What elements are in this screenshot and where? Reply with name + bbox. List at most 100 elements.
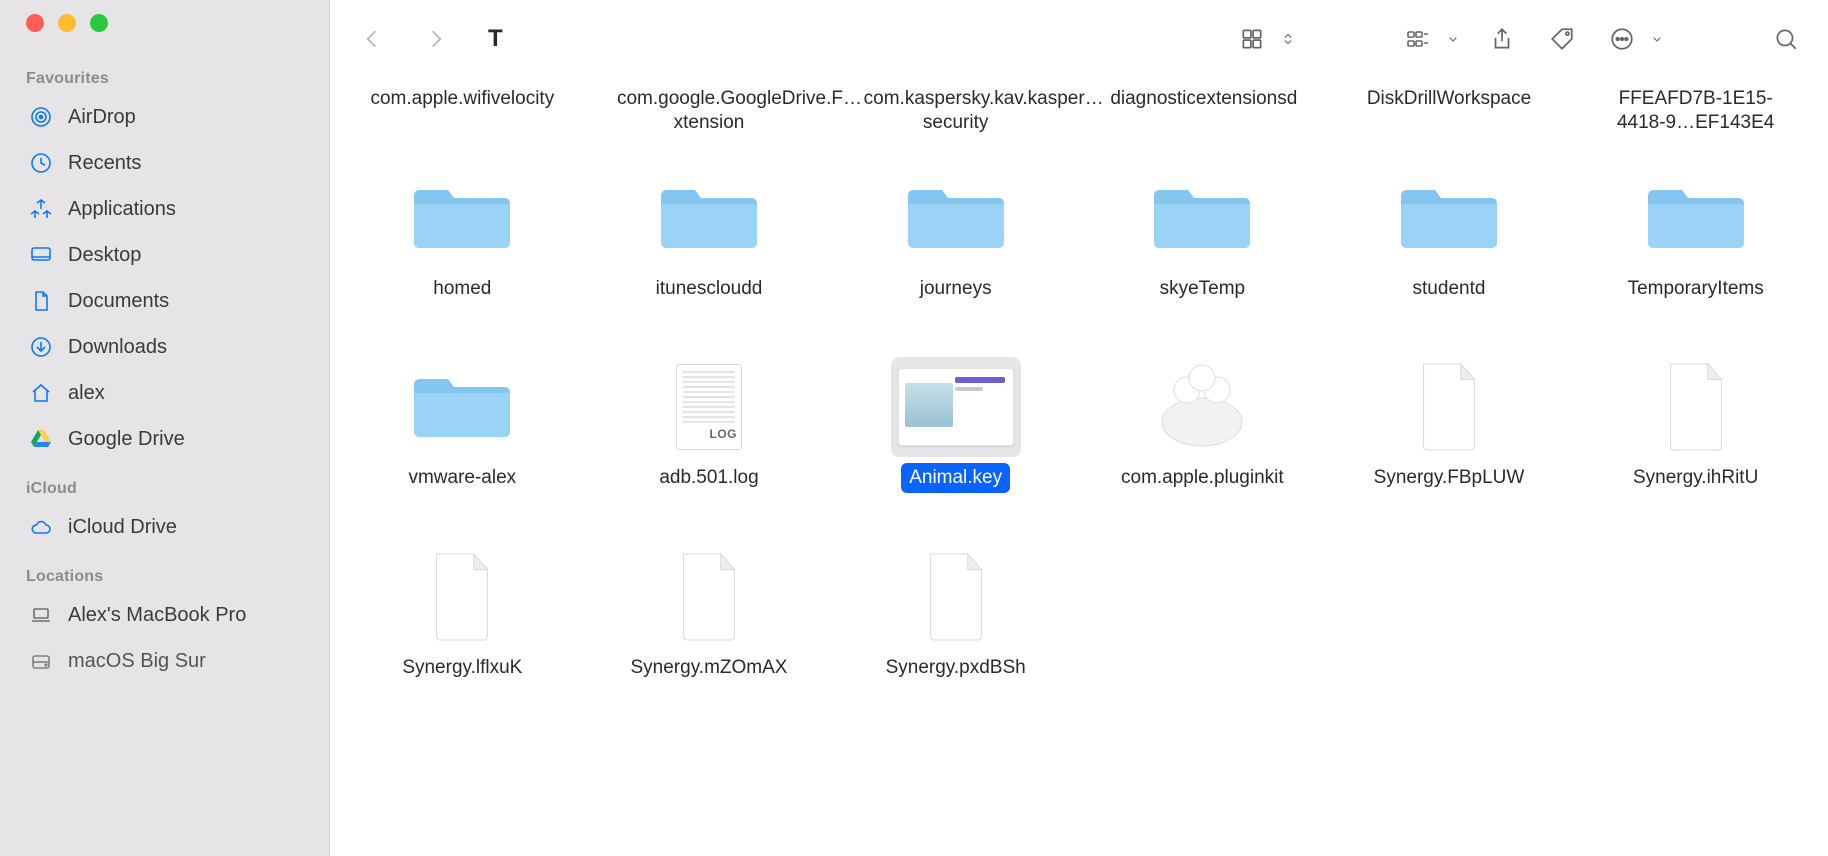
close-window-button[interactable] (26, 14, 44, 32)
file-item[interactable]: com.kaspersky.kav.kasper…security (837, 78, 1074, 168)
google-drive-icon (28, 426, 54, 452)
folder-item[interactable]: skyeTemp (1084, 168, 1321, 328)
sidebar-item-desktop[interactable]: Desktop (0, 232, 329, 278)
file-badge: LOG (709, 427, 737, 441)
zoom-window-button[interactable] (90, 14, 108, 32)
generic-file-icon (673, 552, 745, 642)
sidebar-item-label: Desktop (68, 244, 141, 267)
file-label: Synergy.pxdBSh (878, 653, 1034, 683)
tags-button[interactable] (1542, 19, 1582, 59)
file-label: com.kaspersky.kav.kasper…security (856, 84, 1056, 138)
folder-icon (1397, 179, 1501, 257)
sidebar-item-label: AirDrop (68, 106, 136, 129)
folder-item[interactable]: journeys (837, 168, 1074, 328)
document-icon (28, 288, 54, 314)
sidebar-item-label: Applications (68, 198, 176, 221)
folder-item[interactable]: studentd (1331, 168, 1568, 328)
search-button[interactable] (1766, 19, 1806, 59)
forward-button[interactable] (416, 19, 456, 59)
sidebar-item-recents[interactable]: Recents (0, 140, 329, 186)
file-label: studentd (1405, 274, 1494, 304)
disk-icon (28, 648, 54, 674)
folder-item[interactable]: vmware-alex (344, 357, 581, 517)
window-title: T (488, 25, 503, 53)
file-label: Synergy.mZOmAX (623, 653, 796, 683)
folder-item[interactable]: TemporaryItems (1577, 168, 1814, 328)
plugin-bundle-icon (1157, 364, 1247, 450)
view-mode-control[interactable] (1232, 19, 1298, 59)
sidebar-item-volume[interactable]: macOS Big Sur (0, 638, 329, 684)
sidebar-item-label: Alex's MacBook Pro (68, 604, 246, 627)
more-actions-button[interactable] (1602, 19, 1666, 59)
sidebar-item-airdrop[interactable]: AirDrop (0, 94, 329, 140)
sidebar-section-locations: Locations (0, 550, 329, 592)
main-area: T com.apple.wifiveloci (330, 0, 1828, 856)
sidebar-item-home[interactable]: alex (0, 370, 329, 416)
sidebar-item-this-mac[interactable]: Alex's MacBook Pro (0, 592, 329, 638)
file-grid: com.apple.wifivelocity com.google.Google… (330, 78, 1828, 856)
back-button[interactable] (352, 19, 392, 59)
file-item[interactable]: com.apple.wifivelocity (344, 78, 581, 168)
file-item[interactable]: diagnosticextensionsd (1084, 78, 1321, 168)
group-icon (1398, 19, 1438, 59)
sidebar-item-google-drive[interactable]: Google Drive (0, 416, 329, 462)
folder-icon (1150, 179, 1254, 257)
folder-item[interactable]: itunescloudd (591, 168, 828, 328)
airdrop-icon (28, 104, 54, 130)
file-item[interactable]: DiskDrillWorkspace (1331, 78, 1568, 168)
file-item-selected[interactable]: Animal.key (837, 357, 1074, 517)
updown-icon (1278, 19, 1298, 59)
home-icon (28, 380, 54, 406)
ellipsis-circle-icon (1602, 19, 1642, 59)
share-button[interactable] (1482, 19, 1522, 59)
folder-icon (1644, 179, 1748, 257)
file-label: FFEAFD7B-1E15-4418-9…EF143E4 (1596, 84, 1796, 138)
file-label: itunescloudd (648, 274, 771, 304)
folder-icon (904, 179, 1008, 257)
log-file-icon: LOG (676, 364, 742, 450)
file-item[interactable]: Synergy.mZOmAX (591, 547, 828, 707)
chevron-down-icon (1444, 19, 1462, 59)
file-label: Synergy.FBpLUW (1366, 463, 1533, 493)
file-item[interactable]: Synergy.FBpLUW (1331, 357, 1568, 517)
file-label: com.apple.wifivelocity (362, 84, 562, 114)
generic-file-icon (1413, 362, 1485, 452)
file-label: homed (425, 274, 499, 304)
file-label: skyeTemp (1152, 274, 1254, 304)
file-label: adb.501.log (651, 463, 766, 493)
sidebar-item-label: iCloud Drive (68, 516, 177, 539)
download-icon (28, 334, 54, 360)
file-item[interactable]: FFEAFD7B-1E15-4418-9…EF143E4 (1577, 78, 1814, 168)
folder-item[interactable]: homed (344, 168, 581, 328)
file-label: com.apple.pluginkit (1113, 463, 1292, 493)
file-item[interactable]: LOG adb.501.log (591, 357, 828, 517)
minimize-window-button[interactable] (58, 14, 76, 32)
sidebar-item-icloud-drive[interactable]: iCloud Drive (0, 504, 329, 550)
file-item[interactable]: com.google.GoogleDrive.F…xtension (591, 78, 828, 168)
grid-view-icon (1232, 19, 1272, 59)
sidebar-item-applications[interactable]: Applications (0, 186, 329, 232)
sidebar-item-downloads[interactable]: Downloads (0, 324, 329, 370)
toolbar: T (330, 0, 1828, 78)
file-label: Synergy.lflxuK (394, 653, 530, 683)
clock-icon (28, 150, 54, 176)
window-controls (0, 14, 329, 52)
generic-file-icon (920, 552, 992, 642)
sidebar-item-documents[interactable]: Documents (0, 278, 329, 324)
file-label: Animal.key (901, 463, 1010, 493)
file-label: journeys (912, 274, 1000, 304)
sidebar-section-favourites: Favourites (0, 52, 329, 94)
sidebar-item-label: Documents (68, 290, 169, 313)
file-label: Synergy.ihRitU (1625, 463, 1766, 493)
file-label: diagnosticextensionsd (1102, 84, 1302, 114)
group-by-control[interactable] (1398, 19, 1462, 59)
folder-icon (410, 368, 514, 446)
folder-icon (410, 179, 514, 257)
sidebar-item-label: Recents (68, 152, 141, 175)
file-item[interactable]: Synergy.lflxuK (344, 547, 581, 707)
file-item[interactable]: com.apple.pluginkit (1084, 357, 1321, 517)
generic-file-icon (426, 552, 498, 642)
file-item[interactable]: Synergy.ihRitU (1577, 357, 1814, 517)
file-item[interactable]: Synergy.pxdBSh (837, 547, 1074, 707)
sidebar-item-label: macOS Big Sur (68, 650, 206, 673)
